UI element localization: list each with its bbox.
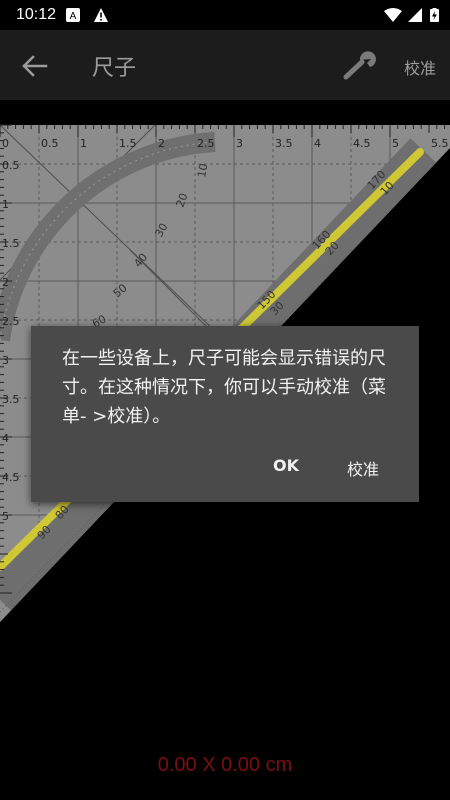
- back-arrow-icon[interactable]: [20, 52, 50, 80]
- cellular-signal-icon: [408, 8, 422, 22]
- left-ruler-label: 3.5: [2, 393, 20, 406]
- ok-button[interactable]: OK: [273, 456, 299, 475]
- left-ruler-label: 3: [2, 354, 9, 367]
- top-ruler-label: 2: [158, 137, 165, 150]
- page-title: 尺子: [92, 56, 137, 81]
- keyboard-notification-icon: A: [66, 8, 80, 22]
- calibration-dialog: 在一些设备上，尺子可能会显示错误的尺寸。在这种情况下，你可以手动校准（菜单- >…: [31, 326, 419, 502]
- left-ruler-label: 4.5: [2, 471, 20, 484]
- svg-text:A: A: [70, 11, 77, 22]
- left-ruler-label: 0.5: [2, 159, 20, 172]
- top-ruler-label: 2.5: [197, 137, 215, 150]
- left-ruler-label: 4: [2, 432, 9, 445]
- left-ruler-label: 2: [2, 276, 9, 289]
- status-time: 10:12: [16, 6, 57, 23]
- measurement-readout: 0.00 X 0.00 cm: [157, 754, 293, 776]
- left-ruler-label: 1: [2, 198, 9, 211]
- left-ruler-label: 2.5: [2, 315, 20, 328]
- top-ruler-label: 5.5: [431, 137, 449, 150]
- calibrate-menu-item[interactable]: 校准: [404, 55, 436, 79]
- calibrate-button[interactable]: 校准: [347, 456, 379, 480]
- top-ruler-label: 1: [80, 137, 87, 150]
- dialog-message: 在一些设备上，尺子可能会显示错误的尺寸。在这种情况下，你可以手动校准（菜单- >…: [62, 348, 386, 427]
- protractor-label: 10: [195, 162, 210, 178]
- wifi-icon: [384, 8, 402, 22]
- top-ruler-label: 4: [314, 137, 321, 150]
- top-ruler-label: 3.5: [275, 137, 293, 150]
- status-bar: 10:12 A: [0, 0, 450, 30]
- top-ruler-label: 1.5: [119, 137, 137, 150]
- app-bar: 尺子 校准: [0, 30, 450, 100]
- top-ruler-label: 4.5: [353, 137, 371, 150]
- battery-charging-icon: [430, 8, 439, 22]
- warning-icon: [94, 8, 108, 22]
- top-ruler-label: 0.5: [41, 137, 59, 150]
- left-ruler-label: 1.5: [2, 237, 20, 250]
- wrench-icon[interactable]: [340, 50, 380, 80]
- top-ruler-label: 5: [392, 137, 399, 150]
- left-ruler-label: 5: [2, 510, 9, 523]
- top-ruler-label: 3: [236, 137, 243, 150]
